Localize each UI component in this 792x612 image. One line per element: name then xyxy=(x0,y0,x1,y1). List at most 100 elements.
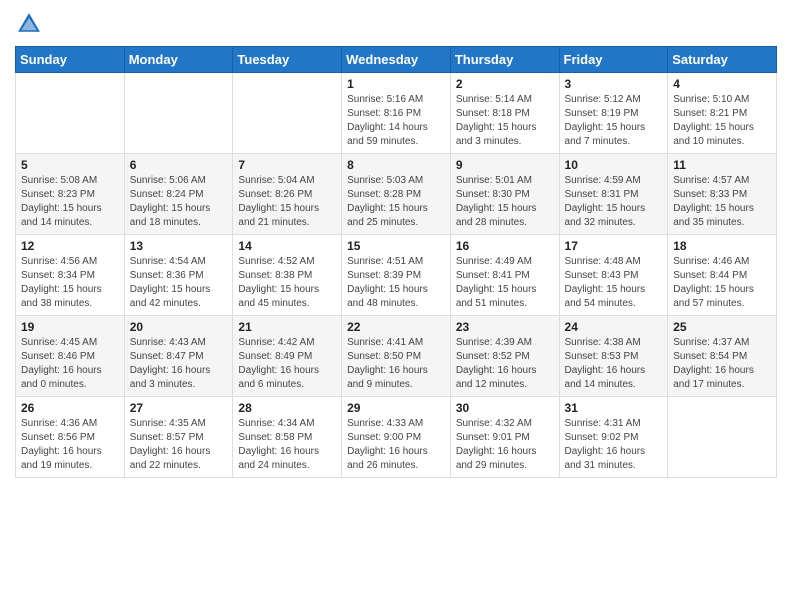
table-row: 31Sunrise: 4:31 AM Sunset: 9:02 PM Dayli… xyxy=(559,397,668,478)
col-thursday: Thursday xyxy=(450,47,559,73)
day-info: Sunrise: 4:48 AM Sunset: 8:43 PM Dayligh… xyxy=(565,255,663,311)
day-number: 12 xyxy=(21,239,119,253)
col-saturday: Saturday xyxy=(668,47,777,73)
day-info: Sunrise: 4:38 AM Sunset: 8:53 PM Dayligh… xyxy=(565,336,663,392)
day-info: Sunrise: 4:36 AM Sunset: 8:56 PM Dayligh… xyxy=(21,417,119,473)
day-number: 6 xyxy=(130,158,228,172)
calendar-week-row: 1 Sunrise: 5:16 AM Sunset: 8:16 PM Daylig… xyxy=(16,73,777,154)
logo xyxy=(15,10,47,38)
table-row: 15 Sunrise: 4:51 AM Sunset: 8:39 PM Dayli… xyxy=(342,235,451,316)
day-info: Sunrise: 4:32 AM Sunset: 9:01 PM Dayligh… xyxy=(456,417,554,473)
table-row: 1 Sunrise: 5:16 AM Sunset: 8:16 PM Daylig… xyxy=(342,73,451,154)
day-info: Sunrise: 4:54 AM Sunset: 8:36 PM Dayligh… xyxy=(130,255,228,311)
day-info: Sunrise: 5:14 AM Sunset: 8:18 PM Dayligh… xyxy=(456,93,554,149)
day-info: Sunrise: 5:04 AM Sunset: 8:26 PM Dayligh… xyxy=(238,174,336,230)
day-number: 27 xyxy=(130,401,228,415)
day-number: 20 xyxy=(130,320,228,334)
day-info: Sunrise: 4:46 AM Sunset: 8:44 PM Dayligh… xyxy=(673,255,771,311)
day-number: 11 xyxy=(673,158,771,172)
table-row: 11Sunrise: 4:57 AM Sunset: 8:33 PM Dayli… xyxy=(668,154,777,235)
table-row: 7 Sunrise: 5:04 AM Sunset: 8:26 PM Daylig… xyxy=(233,154,342,235)
table-row: 3Sunrise: 5:12 AM Sunset: 8:19 PM Daylig… xyxy=(559,73,668,154)
table-row: 18 Sunrise: 4:46 AM Sunset: 8:44 PM Dayli… xyxy=(668,235,777,316)
table-row: 19 Sunrise: 4:45 AM Sunset: 8:46 PM Dayli… xyxy=(16,316,125,397)
table-row: 22 Sunrise: 4:41 AM Sunset: 8:50 PM Dayli… xyxy=(342,316,451,397)
day-number: 28 xyxy=(238,401,336,415)
day-number: 22 xyxy=(347,320,445,334)
day-info: Sunrise: 4:52 AM Sunset: 8:38 PM Dayligh… xyxy=(238,255,336,311)
day-info: Sunrise: 4:43 AM Sunset: 8:47 PM Dayligh… xyxy=(130,336,228,392)
day-info: Sunrise: 4:45 AM Sunset: 8:46 PM Dayligh… xyxy=(21,336,119,392)
calendar-week-row: 26 Sunrise: 4:36 AM Sunset: 8:56 PM Dayli… xyxy=(16,397,777,478)
day-number: 10 xyxy=(565,158,663,172)
table-row: 26 Sunrise: 4:36 AM Sunset: 8:56 PM Dayli… xyxy=(16,397,125,478)
col-friday: Friday xyxy=(559,47,668,73)
day-number: 2 xyxy=(456,77,554,91)
table-row: 5Sunrise: 5:08 AM Sunset: 8:23 PM Daylig… xyxy=(16,154,125,235)
table-row: 29 Sunrise: 4:33 AM Sunset: 9:00 PM Dayli… xyxy=(342,397,451,478)
day-number: 5 xyxy=(21,158,119,172)
day-number: 7 xyxy=(238,158,336,172)
day-info: Sunrise: 4:34 AM Sunset: 8:58 PM Dayligh… xyxy=(238,417,336,473)
table-row: 6 Sunrise: 5:06 AM Sunset: 8:24 PM Daylig… xyxy=(124,154,233,235)
day-info: Sunrise: 4:37 AM Sunset: 8:54 PM Dayligh… xyxy=(673,336,771,392)
table-row xyxy=(16,73,125,154)
day-number: 23 xyxy=(456,320,554,334)
table-row: 8 Sunrise: 5:03 AM Sunset: 8:28 PM Daylig… xyxy=(342,154,451,235)
table-row: 9 Sunrise: 5:01 AM Sunset: 8:30 PM Daylig… xyxy=(450,154,559,235)
day-number: 13 xyxy=(130,239,228,253)
header xyxy=(15,10,777,38)
day-number: 19 xyxy=(21,320,119,334)
table-row: 14Sunrise: 4:52 AM Sunset: 8:38 PM Dayli… xyxy=(233,235,342,316)
day-info: Sunrise: 5:06 AM Sunset: 8:24 PM Dayligh… xyxy=(130,174,228,230)
calendar-week-row: 19 Sunrise: 4:45 AM Sunset: 8:46 PM Dayli… xyxy=(16,316,777,397)
calendar-header-row: Sunday Monday Tuesday Wednesday Thursday… xyxy=(16,47,777,73)
table-row: 16Sunrise: 4:49 AM Sunset: 8:41 PM Dayli… xyxy=(450,235,559,316)
day-info: Sunrise: 5:16 AM Sunset: 8:16 PM Dayligh… xyxy=(347,93,445,149)
calendar-week-row: 5Sunrise: 5:08 AM Sunset: 8:23 PM Daylig… xyxy=(16,154,777,235)
col-sunday: Sunday xyxy=(16,47,125,73)
day-info: Sunrise: 5:01 AM Sunset: 8:30 PM Dayligh… xyxy=(456,174,554,230)
day-number: 8 xyxy=(347,158,445,172)
table-row: 12 Sunrise: 4:56 AM Sunset: 8:34 PM Dayli… xyxy=(16,235,125,316)
day-info: Sunrise: 4:51 AM Sunset: 8:39 PM Dayligh… xyxy=(347,255,445,311)
col-wednesday: Wednesday xyxy=(342,47,451,73)
day-info: Sunrise: 4:39 AM Sunset: 8:52 PM Dayligh… xyxy=(456,336,554,392)
logo-icon xyxy=(15,10,43,38)
table-row: 20 Sunrise: 4:43 AM Sunset: 8:47 PM Dayli… xyxy=(124,316,233,397)
day-number: 29 xyxy=(347,401,445,415)
table-row: 4 Sunrise: 5:10 AM Sunset: 8:21 PM Daylig… xyxy=(668,73,777,154)
day-info: Sunrise: 4:35 AM Sunset: 8:57 PM Dayligh… xyxy=(130,417,228,473)
table-row: 13 Sunrise: 4:54 AM Sunset: 8:36 PM Dayli… xyxy=(124,235,233,316)
day-info: Sunrise: 4:41 AM Sunset: 8:50 PM Dayligh… xyxy=(347,336,445,392)
table-row: 23 Sunrise: 4:39 AM Sunset: 8:52 PM Dayli… xyxy=(450,316,559,397)
day-info: Sunrise: 5:10 AM Sunset: 8:21 PM Dayligh… xyxy=(673,93,771,149)
day-info: Sunrise: 4:42 AM Sunset: 8:49 PM Dayligh… xyxy=(238,336,336,392)
table-row: 27 Sunrise: 4:35 AM Sunset: 8:57 PM Dayli… xyxy=(124,397,233,478)
day-number: 25 xyxy=(673,320,771,334)
day-number: 4 xyxy=(673,77,771,91)
calendar-week-row: 12 Sunrise: 4:56 AM Sunset: 8:34 PM Dayli… xyxy=(16,235,777,316)
day-info: Sunrise: 4:49 AM Sunset: 8:41 PM Dayligh… xyxy=(456,255,554,311)
table-row xyxy=(233,73,342,154)
day-number: 18 xyxy=(673,239,771,253)
col-monday: Monday xyxy=(124,47,233,73)
day-number: 30 xyxy=(456,401,554,415)
day-info: Sunrise: 4:33 AM Sunset: 9:00 PM Dayligh… xyxy=(347,417,445,473)
day-number: 1 xyxy=(347,77,445,91)
day-number: 31 xyxy=(565,401,663,415)
day-info: Sunrise: 4:59 AM Sunset: 8:31 PM Dayligh… xyxy=(565,174,663,230)
day-info: Sunrise: 5:03 AM Sunset: 8:28 PM Dayligh… xyxy=(347,174,445,230)
day-number: 9 xyxy=(456,158,554,172)
day-number: 15 xyxy=(347,239,445,253)
day-info: Sunrise: 4:56 AM Sunset: 8:34 PM Dayligh… xyxy=(21,255,119,311)
day-info: Sunrise: 5:12 AM Sunset: 8:19 PM Dayligh… xyxy=(565,93,663,149)
table-row: 21Sunrise: 4:42 AM Sunset: 8:49 PM Dayli… xyxy=(233,316,342,397)
table-row: 2 Sunrise: 5:14 AM Sunset: 8:18 PM Daylig… xyxy=(450,73,559,154)
table-row: 28 Sunrise: 4:34 AM Sunset: 8:58 PM Dayli… xyxy=(233,397,342,478)
day-number: 26 xyxy=(21,401,119,415)
table-row: 30 Sunrise: 4:32 AM Sunset: 9:01 PM Dayli… xyxy=(450,397,559,478)
table-row xyxy=(124,73,233,154)
table-row xyxy=(668,397,777,478)
day-number: 17 xyxy=(565,239,663,253)
